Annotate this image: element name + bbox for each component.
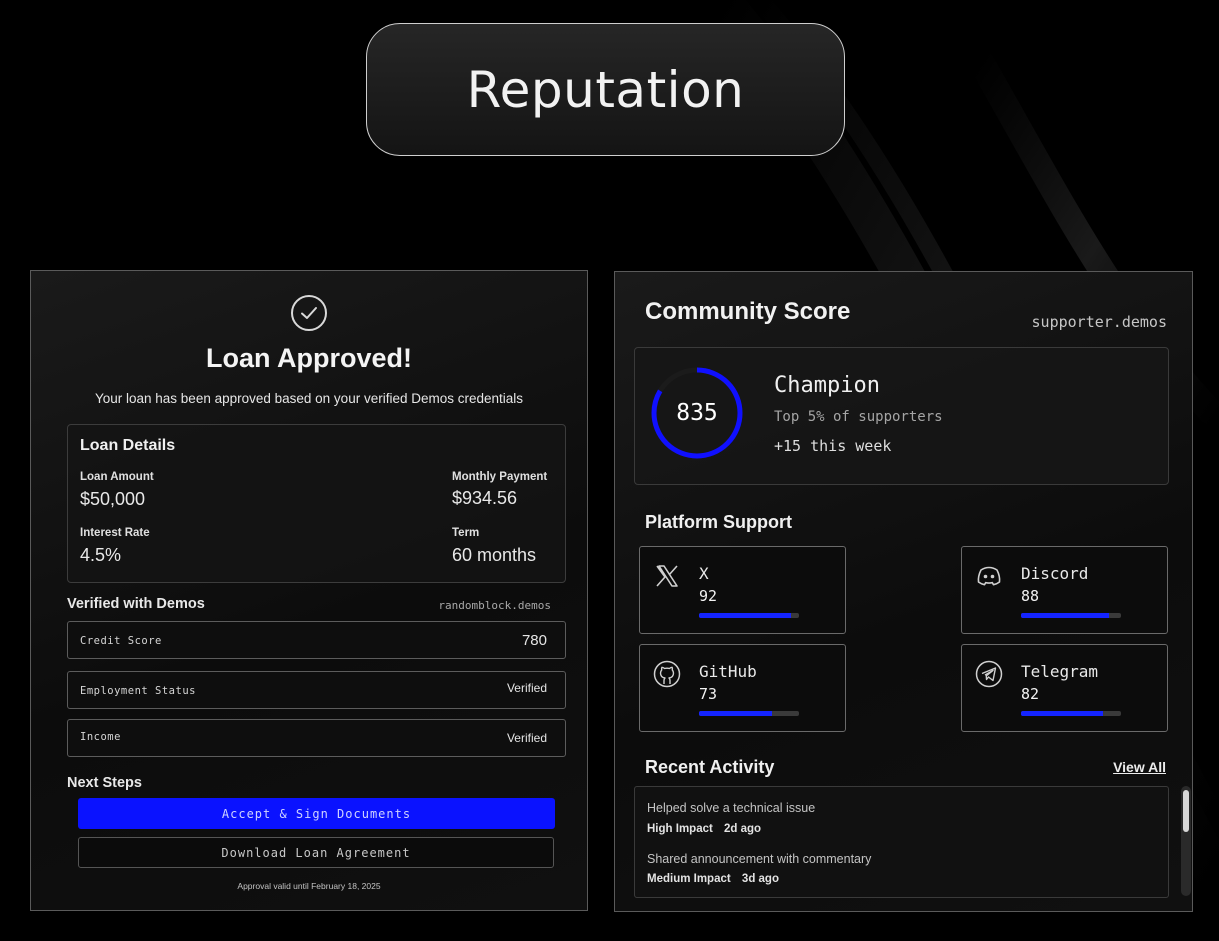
platform-name: Discord	[1021, 564, 1089, 583]
platform-card-discord[interactable]: Discord 88	[961, 546, 1168, 634]
platform-name: GitHub	[699, 662, 757, 681]
platform-progress-fill	[699, 613, 791, 618]
supporter-domain: supporter.demos	[1031, 313, 1167, 331]
loan-subtitle: Your loan has been approved based on you…	[94, 391, 524, 406]
monthly-payment-label: Monthly Payment	[452, 471, 548, 483]
telegram-icon	[975, 660, 1003, 688]
loan-title: Loan Approved!	[206, 343, 412, 373]
activity-meta: High Impact 2d ago	[647, 823, 815, 835]
credit-score-value: 780	[521, 632, 547, 649]
platform-name: X	[699, 564, 709, 583]
interest-rate-value: 4.5%	[80, 545, 122, 565]
next-steps-title: Next Steps	[67, 775, 142, 791]
loan-details-title: Loan Details	[80, 437, 176, 454]
activity-item: Shared announcement with commentary Medi…	[647, 852, 871, 885]
verified-title: Verified with Demos	[67, 596, 205, 612]
platform-card-x[interactable]: X 92	[639, 546, 846, 634]
x-logo-icon	[656, 565, 678, 587]
view-all-link[interactable]: View All	[1113, 759, 1166, 775]
activity-scrollbar[interactable]	[1181, 786, 1191, 896]
platform-progress	[699, 711, 799, 716]
income-label: Income	[80, 731, 121, 743]
weekly-change: +15 this week	[774, 437, 892, 455]
platform-name: Telegram	[1021, 662, 1099, 681]
platform-card-telegram[interactable]: Telegram 82	[961, 644, 1168, 732]
activity-impact: Medium Impact	[647, 873, 731, 885]
tier-label: Champion	[774, 373, 880, 398]
platform-score: 92	[699, 587, 718, 605]
platform-support-title: Platform Support	[645, 512, 792, 532]
platform-progress-fill	[699, 711, 772, 716]
activity-time: 3d ago	[741, 873, 779, 885]
score-summary-box: 835 Champion Top 5% of supporters +15 th…	[634, 347, 1169, 485]
community-score-card: Community Score supporter.demos 835 Cham…	[614, 271, 1193, 912]
interest-rate-label: Interest Rate	[80, 527, 150, 539]
accept-sign-button[interactable]: Accept & Sign Documents	[78, 798, 555, 829]
income-value: Verified	[506, 731, 547, 745]
approval-validity-note: Approval valid until February 18, 2025	[237, 881, 381, 891]
scrollbar-thumb[interactable]	[1183, 790, 1189, 832]
activity-item: Helped solve a technical issue High Impa…	[647, 801, 815, 835]
score-value: 835	[676, 400, 718, 426]
community-score-title: Community Score	[645, 298, 851, 325]
page-title: Reputation	[466, 60, 745, 119]
loan-approved-card: Loan Approved! Your loan has been approv…	[30, 270, 588, 911]
term-label: Term	[452, 527, 480, 539]
verified-domain: randomblock.demos	[438, 599, 551, 612]
discord-icon	[977, 566, 1001, 586]
platform-score: 82	[1021, 685, 1040, 703]
employment-status-value: Verified	[506, 681, 547, 695]
activity-meta: Medium Impact 3d ago	[647, 873, 871, 885]
recent-activity-title: Recent Activity	[645, 757, 775, 777]
platform-progress	[699, 613, 799, 618]
github-icon	[653, 660, 681, 688]
monthly-payment-value: $934.56	[452, 488, 518, 508]
platform-score: 73	[699, 685, 718, 703]
activity-text: Shared announcement with commentary	[647, 852, 872, 866]
activity-text: Helped solve a technical issue	[647, 801, 816, 815]
tier-rank: Top 5% of supporters	[774, 409, 943, 425]
activity-list[interactable]: Helped solve a technical issue High Impa…	[634, 786, 1169, 898]
loan-details-box: Loan Details Loan Amount $50,000 Monthly…	[67, 424, 566, 583]
platform-progress	[1021, 711, 1121, 716]
credit-score-label: Credit Score	[80, 635, 162, 647]
credit-score-row: Credit Score 780	[67, 621, 566, 659]
loan-amount-label: Loan Amount	[80, 471, 154, 483]
term-value: 60 months	[452, 545, 537, 565]
download-agreement-button[interactable]: Download Loan Agreement	[78, 837, 554, 868]
page-title-pill: Reputation	[366, 23, 845, 156]
activity-time: 2d ago	[724, 823, 762, 835]
income-row: Income Verified	[67, 719, 566, 757]
platform-progress-fill	[1021, 711, 1103, 716]
employment-status-row: Employment Status Verified	[67, 671, 566, 709]
platform-card-github[interactable]: GitHub 73	[639, 644, 846, 732]
check-circle-icon	[291, 295, 327, 331]
platform-score: 88	[1021, 587, 1040, 605]
loan-amount-value: $50,000	[80, 489, 146, 509]
activity-impact: High Impact	[647, 823, 713, 835]
platform-progress-fill	[1021, 613, 1109, 618]
employment-status-label: Employment Status	[80, 685, 196, 697]
platform-progress	[1021, 613, 1121, 618]
